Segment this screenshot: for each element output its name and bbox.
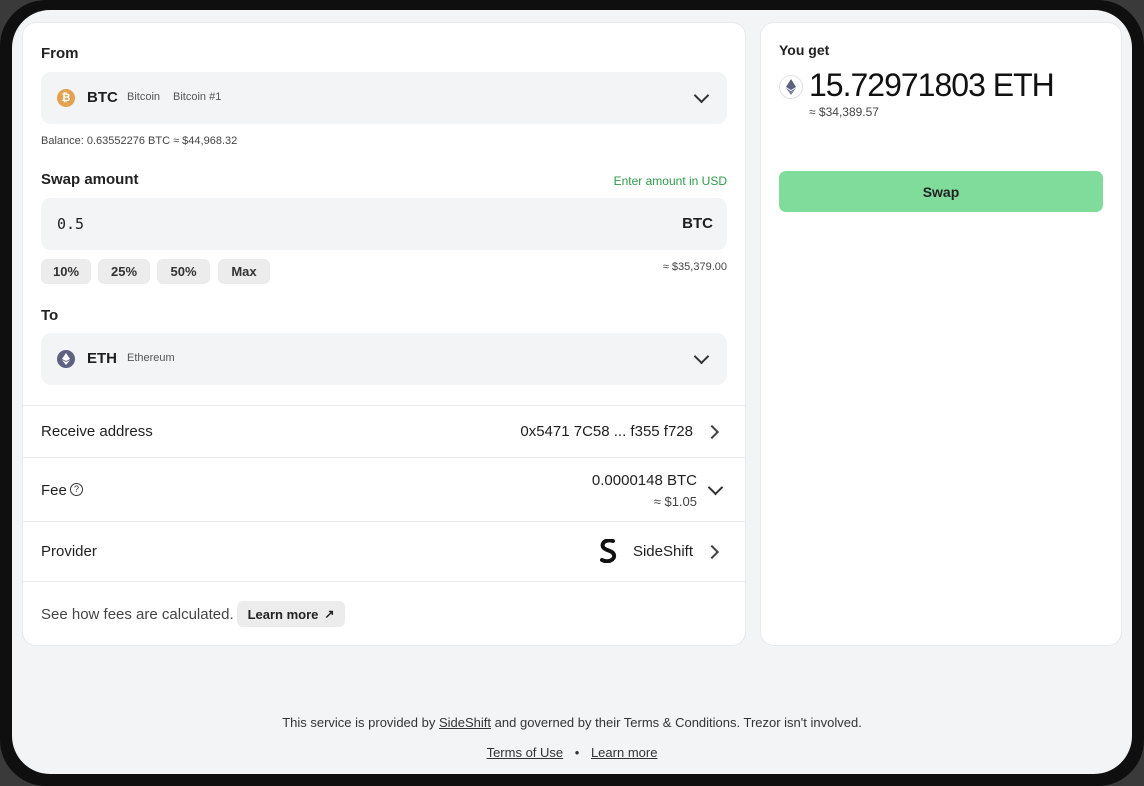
you-get-label: You get: [779, 42, 830, 58]
provider-name: SideShift: [632, 543, 693, 560]
amount-input[interactable]: 0.5 BTC: [41, 198, 727, 250]
fee-usd: ≈ $1.05: [653, 494, 697, 509]
device-frame: From ₿ BTC Bitcoin Bitcoin #1 Balance: 0…: [0, 0, 1144, 786]
divider: [23, 581, 745, 582]
learn-more-button[interactable]: Learn more ↗: [237, 601, 345, 627]
from-asset-select[interactable]: ₿ BTC Bitcoin Bitcoin #1: [41, 72, 727, 124]
fee-row[interactable]: Fee ? 0.0000148 BTC ≈ $1.05: [23, 458, 745, 521]
amount-value[interactable]: 0.5: [57, 215, 84, 233]
receive-address-label: Receive address: [41, 423, 153, 440]
provider-row[interactable]: Provider SideShift: [23, 522, 745, 581]
balance-text: Balance: 0.63552276 BTC ≈ $44,968.32: [41, 135, 238, 147]
help-circle-icon[interactable]: ?: [70, 483, 83, 496]
footer-disclaimer: This service is provided by SideShift an…: [12, 715, 1132, 730]
receive-usd: ≈ $34,389.57: [809, 105, 879, 119]
amount-usd-equivalent: ≈ $35,379.00: [662, 261, 727, 273]
app-screen: From ₿ BTC Bitcoin Bitcoin #1 Balance: 0…: [12, 10, 1132, 774]
receive-amount: 15.72971803 ETH: [809, 67, 1055, 103]
swap-amount-label: Swap amount: [41, 171, 139, 188]
swap-summary-card: You get 15.72971803 ETH ≈ $34,389.57 Swa…: [760, 22, 1122, 646]
footer-links: Terms of Use • Learn more: [12, 745, 1132, 760]
enter-usd-toggle[interactable]: Enter amount in USD: [614, 174, 727, 188]
to-name: Ethereum: [127, 352, 175, 364]
chevron-down-icon: [693, 348, 710, 365]
preset-25-button[interactable]: 25%: [98, 259, 150, 284]
to-label: To: [41, 307, 59, 324]
chevron-down-icon: [693, 87, 710, 104]
terms-of-use-link[interactable]: Terms of Use: [487, 745, 564, 760]
fees-note-text: See how fees are calculated.: [41, 606, 234, 623]
receive-address-row[interactable]: Receive address 0x5471 7C58 ... f355 f72…: [23, 406, 745, 457]
footer-pre-text: This service is provided by: [282, 715, 436, 730]
footer-post-text: and governed by their Terms & Conditions…: [494, 715, 862, 730]
external-link-icon: ↗: [324, 607, 335, 621]
receive-address-value: 0x5471 7C58 ... f355 f728: [520, 423, 693, 440]
from-label: From: [41, 45, 79, 62]
to-asset-select[interactable]: ETH Ethereum: [41, 333, 727, 385]
preset-10-button[interactable]: 10%: [41, 259, 91, 284]
fee-label: Fee: [41, 482, 67, 499]
preset-50-button[interactable]: 50%: [157, 259, 210, 284]
amount-unit: BTC: [682, 215, 713, 232]
provider-label: Provider: [41, 543, 97, 560]
ethereum-icon: [779, 75, 803, 99]
swap-button[interactable]: Swap: [779, 171, 1103, 212]
footer-learn-more-link[interactable]: Learn more: [591, 745, 657, 760]
sideshift-logo-icon: [599, 538, 617, 564]
from-symbol: BTC: [87, 89, 118, 106]
footer-separator: •: [574, 745, 580, 760]
sideshift-link[interactable]: SideShift: [439, 715, 491, 730]
chevron-right-icon: [704, 544, 720, 560]
from-account: Bitcoin #1: [173, 91, 222, 103]
swap-form-card: From ₿ BTC Bitcoin Bitcoin #1 Balance: 0…: [22, 22, 746, 646]
from-name: Bitcoin: [127, 91, 161, 103]
ethereum-icon: [57, 350, 75, 368]
preset-max-button[interactable]: Max: [218, 259, 270, 284]
chevron-right-icon: [704, 424, 720, 440]
fee-value: 0.0000148 BTC: [591, 472, 697, 489]
bitcoin-icon: ₿: [57, 89, 75, 107]
chevron-down-icon: [707, 479, 724, 496]
to-symbol: ETH: [87, 350, 117, 367]
learn-more-label: Learn more: [247, 606, 319, 622]
